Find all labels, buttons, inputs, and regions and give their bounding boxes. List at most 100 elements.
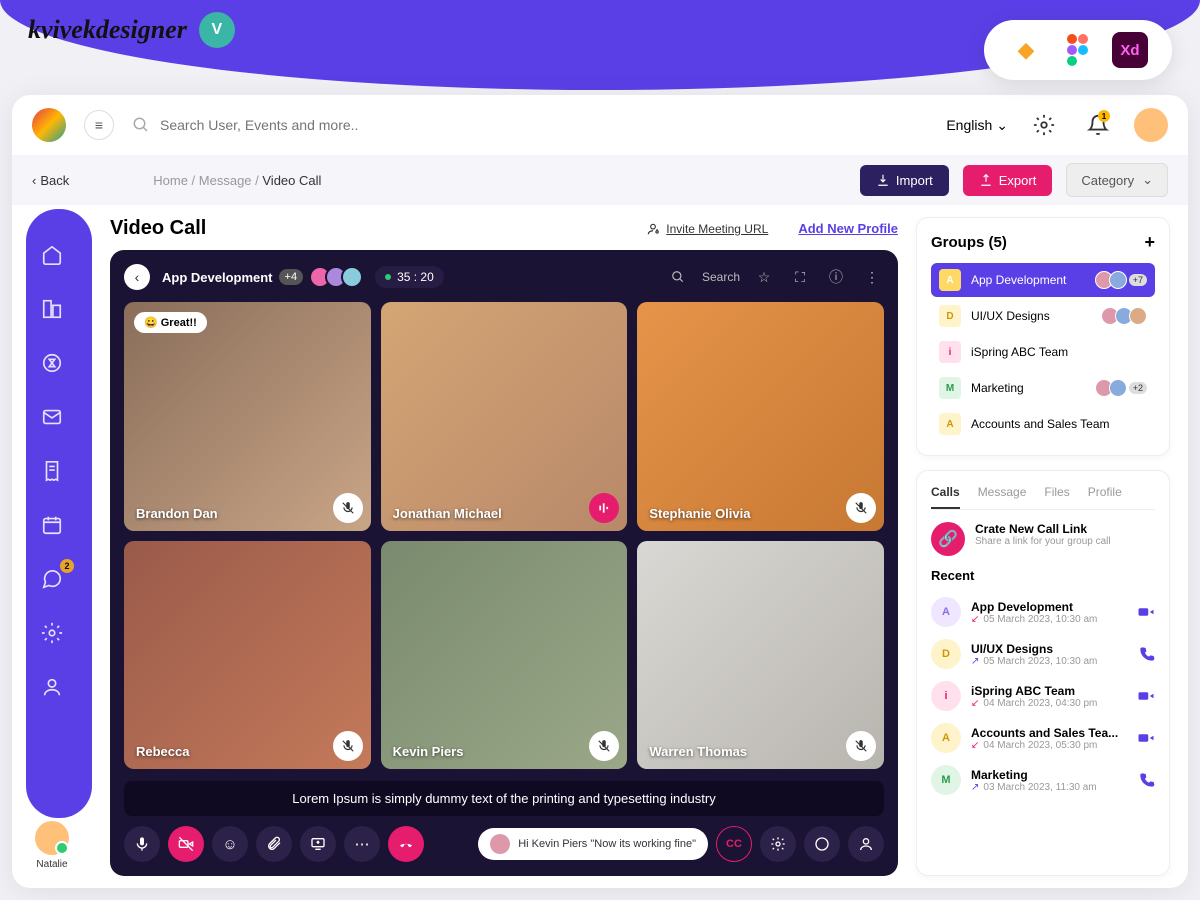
sidebar: 2 Natalie bbox=[12, 205, 92, 888]
recent-badge: i bbox=[931, 681, 961, 711]
video-tile[interactable]: Kevin Piers bbox=[381, 541, 628, 770]
search-box[interactable] bbox=[132, 116, 928, 134]
back-button[interactable]: ‹ Back bbox=[32, 173, 69, 188]
group-item[interactable]: A App Development +7 bbox=[931, 263, 1155, 297]
more-button[interactable]: ⋮ bbox=[860, 265, 884, 289]
cc-button[interactable]: CC bbox=[716, 826, 752, 862]
recent-call-item[interactable]: M Marketing ↗03 March 2023, 11:30 am bbox=[931, 759, 1155, 801]
emoji-button[interactable]: ☺ bbox=[212, 826, 248, 862]
mic-toggle[interactable] bbox=[846, 731, 876, 761]
nav-home[interactable] bbox=[38, 241, 66, 269]
participant-name: Kevin Piers bbox=[393, 744, 464, 759]
designer-name: kvivekdesigner bbox=[28, 15, 187, 45]
paperclip-icon bbox=[266, 836, 282, 852]
add-profile-link[interactable]: Add New Profile bbox=[798, 221, 898, 236]
nav-profile[interactable] bbox=[38, 673, 66, 701]
tab-profile[interactable]: Profile bbox=[1088, 485, 1122, 509]
call-avatars bbox=[315, 266, 363, 288]
menu-toggle-button[interactable]: ≡ bbox=[84, 110, 114, 140]
mic-toggle[interactable] bbox=[333, 493, 363, 523]
group-item[interactable]: D UI/UX Designs bbox=[931, 299, 1155, 333]
tab-files[interactable]: Files bbox=[1044, 485, 1069, 509]
receipt-icon bbox=[41, 460, 63, 482]
participants-button[interactable] bbox=[848, 826, 884, 862]
nav-chat[interactable]: 2 bbox=[38, 565, 66, 593]
chat-call-button[interactable] bbox=[804, 826, 840, 862]
fullscreen-button[interactable]: ⛶ bbox=[788, 265, 812, 289]
crumb-home[interactable]: Home bbox=[153, 173, 188, 188]
call-back-button[interactable]: ‹ bbox=[124, 264, 150, 290]
group-name: Accounts and Sales Team bbox=[971, 417, 1137, 431]
recent-time: 04 March 2023, 04:30 pm bbox=[983, 698, 1097, 709]
nav-receipt[interactable] bbox=[38, 457, 66, 485]
settings-button[interactable] bbox=[1026, 107, 1062, 143]
topbar: ≡ English ⌄ 1 bbox=[12, 95, 1188, 155]
recent-call-item[interactable]: A App Development ↙05 March 2023, 10:30 … bbox=[931, 591, 1155, 633]
import-icon bbox=[876, 173, 890, 187]
call-title: App Development bbox=[162, 270, 273, 285]
call-direction-icon: ↙ bbox=[971, 614, 979, 625]
chevron-down-icon: ⌄ bbox=[996, 117, 1008, 134]
category-dropdown[interactable]: Category ⌄ bbox=[1066, 163, 1168, 197]
crumb-current: Video Call bbox=[262, 173, 321, 188]
mic-toggle[interactable] bbox=[589, 493, 619, 523]
group-item[interactable]: A Accounts and Sales Team bbox=[931, 407, 1155, 441]
group-item[interactable]: M Marketing +2 bbox=[931, 371, 1155, 405]
nav-buildings[interactable] bbox=[38, 295, 66, 323]
hangup-button[interactable] bbox=[388, 826, 424, 862]
mail-icon bbox=[41, 406, 63, 428]
person-icon bbox=[41, 676, 63, 698]
new-call-link[interactable]: 🔗 Crate New Call Link Share a link for y… bbox=[931, 522, 1155, 556]
crumb-message[interactable]: Message bbox=[199, 173, 252, 188]
chat-icon bbox=[814, 836, 830, 852]
star-button[interactable]: ☆ bbox=[752, 265, 776, 289]
sidebar-user[interactable]: Natalie bbox=[35, 821, 69, 888]
language-selector[interactable]: English ⌄ bbox=[946, 117, 1008, 134]
notification-badge: 1 bbox=[1098, 110, 1110, 122]
export-button[interactable]: Export bbox=[963, 165, 1053, 196]
group-item[interactable]: i iSpring ABC Team bbox=[931, 335, 1155, 369]
nav-time[interactable] bbox=[38, 349, 66, 377]
nav-mail[interactable] bbox=[38, 403, 66, 431]
attach-button[interactable] bbox=[256, 826, 292, 862]
recent-call-item[interactable]: i iSpring ABC Team ↙04 March 2023, 04:30… bbox=[931, 675, 1155, 717]
subbar: ‹ Back Home / Message / Video Call Impor… bbox=[12, 155, 1188, 205]
add-group-button[interactable]: + bbox=[1144, 232, 1155, 253]
video-tile[interactable]: Jonathan Michael bbox=[381, 302, 628, 531]
mic-toggle[interactable] bbox=[846, 493, 876, 523]
page-header: Video Call Invite Meeting URL Add New Pr… bbox=[110, 217, 898, 240]
video-tile[interactable]: Stephanie Olivia bbox=[637, 302, 884, 531]
nav-calendar[interactable] bbox=[38, 511, 66, 539]
recent-time: 04 March 2023, 05:30 pm bbox=[983, 740, 1097, 751]
mic-toggle[interactable] bbox=[333, 731, 363, 761]
incoming-message[interactable]: Hi Kevin Piers "Now its working fine" bbox=[478, 828, 708, 860]
video-tile[interactable]: 😀 Great!! Brandon Dan bbox=[124, 302, 371, 531]
video-icon bbox=[1137, 729, 1155, 747]
group-name: iSpring ABC Team bbox=[971, 345, 1137, 359]
recent-name: Marketing bbox=[971, 768, 1129, 782]
mic-button[interactable] bbox=[124, 826, 160, 862]
recent-badge: A bbox=[931, 723, 961, 753]
notifications-button[interactable]: 1 bbox=[1080, 107, 1116, 143]
groups-card: Groups (5) + A App Development +7D UI/UX… bbox=[916, 217, 1170, 456]
recent-call-item[interactable]: D UI/UX Designs ↗05 March 2023, 10:30 am bbox=[931, 633, 1155, 675]
screenshare-button[interactable] bbox=[300, 826, 336, 862]
call-direction-icon: ↙ bbox=[971, 740, 979, 751]
tab-calls[interactable]: Calls bbox=[931, 485, 960, 509]
tab-message[interactable]: Message bbox=[978, 485, 1027, 509]
user-avatar[interactable] bbox=[1134, 108, 1168, 142]
info-button[interactable]: ⓘ bbox=[824, 265, 848, 289]
camera-button[interactable] bbox=[168, 826, 204, 862]
recent-call-item[interactable]: A Accounts and Sales Tea... ↙04 March 20… bbox=[931, 717, 1155, 759]
import-button[interactable]: Import bbox=[860, 165, 949, 196]
call-search[interactable] bbox=[666, 265, 690, 289]
reaction-badge: 😀 Great!! bbox=[134, 312, 207, 333]
settings-call-button[interactable] bbox=[760, 826, 796, 862]
search-input[interactable] bbox=[160, 117, 928, 133]
more-controls-button[interactable]: ⋯ bbox=[344, 826, 380, 862]
invite-link[interactable]: Invite Meeting URL bbox=[646, 222, 768, 236]
video-tile[interactable]: Rebecca bbox=[124, 541, 371, 770]
video-tile[interactable]: Warren Thomas bbox=[637, 541, 884, 770]
phone-down-icon bbox=[398, 836, 414, 852]
nav-settings[interactable] bbox=[38, 619, 66, 647]
